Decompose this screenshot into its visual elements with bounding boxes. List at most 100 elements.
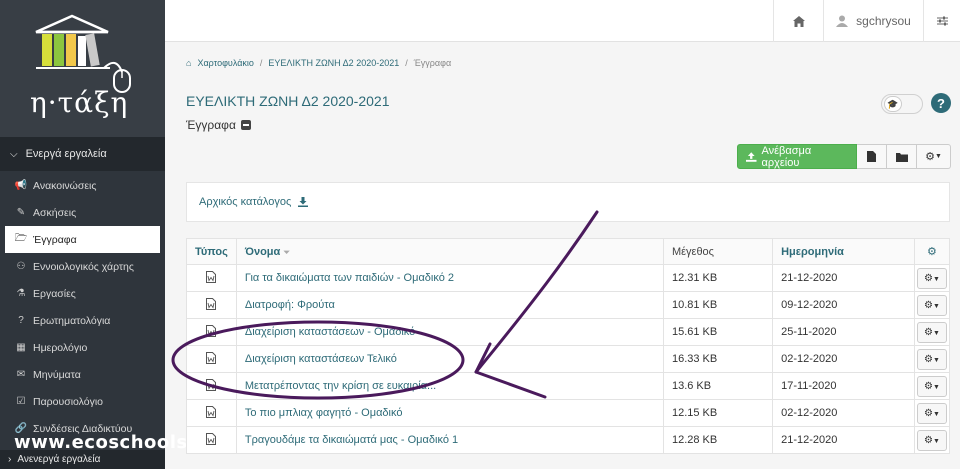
- file-name-link[interactable]: Το πιο μπλιαχ φαγητό - Ομαδικό: [235, 399, 664, 427]
- root-directory-link[interactable]: Αρχικός κατάλογος: [199, 196, 291, 208]
- file-size: 16.33 KB: [662, 345, 774, 373]
- file-type-cell: [186, 264, 237, 292]
- row-actions-cell: ⚙▼: [913, 426, 951, 454]
- file-type-cell: [186, 426, 237, 454]
- row-actions-button[interactable]: ⚙▼: [916, 375, 947, 397]
- sidebar-item[interactable]: ✉ Μηνύματα: [0, 361, 165, 388]
- root-directory-panel: Αρχικός κατάλογος: [186, 182, 950, 222]
- new-folder-button[interactable]: [887, 144, 917, 169]
- file-name-link[interactable]: Διατροφή: Φρούτα: [235, 291, 664, 319]
- sidebar-item[interactable]: 📢 Ανακοινώσεις: [0, 172, 165, 199]
- file-name-link[interactable]: Διαχείριση καταστάσεων Τελικό: [235, 345, 664, 373]
- file-type-cell: [186, 318, 237, 346]
- word-file-icon: [206, 270, 217, 283]
- sidebar-item[interactable]: ? Ερωτηματολόγια: [0, 307, 165, 334]
- file-name-link[interactable]: Διαχείριση καταστάσεων - Ομαδικό: [235, 318, 664, 346]
- flask-icon: ⚗: [16, 288, 26, 299]
- new-document-button[interactable]: [857, 144, 887, 169]
- folder-icon: [895, 152, 908, 162]
- sidebar-item[interactable]: ⚗ Εργασίες: [0, 280, 165, 307]
- file-size: 13.6 KB: [662, 372, 774, 400]
- sidebar-item[interactable]: 🗁 Έγγραφα: [5, 226, 160, 253]
- graduation-cap-icon: 🎓: [884, 96, 902, 112]
- column-actions: ⚙: [913, 238, 951, 265]
- inactive-tools-label: Ανενεργά εργαλεία: [17, 454, 101, 465]
- file-date: 09-12-2020: [772, 291, 915, 319]
- envelope-icon: ✉: [16, 369, 26, 380]
- file-type-cell: [186, 372, 237, 400]
- row-actions-button[interactable]: ⚙▼: [916, 429, 947, 451]
- active-tools-header[interactable]: ⌵ Ενεργά εργαλεία: [0, 137, 165, 171]
- file-size: 10.81 KB: [662, 291, 774, 319]
- sidebar-item[interactable]: ☑ Παρουσιολόγιο: [0, 388, 165, 415]
- column-date[interactable]: Ημερομηνία: [772, 238, 915, 265]
- word-file-icon: [206, 378, 217, 391]
- file-type-cell: [186, 291, 237, 319]
- file-date: 21-12-2020: [772, 426, 915, 454]
- breadcrumb-course[interactable]: ΕΥΕΛΙΚΤΗ ΖΩΝΗ Δ2 2020-2021: [268, 58, 399, 68]
- file-size: 12.28 KB: [662, 426, 774, 454]
- breadcrumb-current: Έγγραφα: [413, 58, 452, 68]
- row-actions-cell: ⚙▼: [913, 291, 951, 319]
- column-type: Τύπος: [186, 238, 237, 265]
- sidebar-item[interactable]: ▦ Ημερολόγιο: [0, 334, 165, 361]
- row-actions-button[interactable]: ⚙▼: [916, 294, 947, 316]
- sidebar-item[interactable]: ✎ Ασκήσεις: [0, 199, 165, 226]
- row-actions-button[interactable]: ⚙▼: [916, 321, 947, 343]
- topbar: sgchrysou: [165, 0, 960, 42]
- file-size: 12.15 KB: [662, 399, 774, 427]
- table-row: Για τα δικαιώματα των παιδιών - Ομαδικό …: [186, 264, 951, 292]
- chevron-down-icon: ⌵: [10, 148, 18, 160]
- file-size: 15.61 KB: [662, 318, 774, 346]
- breadcrumb-portfolio[interactable]: Χαρτοφυλάκιο: [197, 58, 253, 68]
- sidebar-item-label: Ερωτηματολόγια: [33, 314, 111, 327]
- logo[interactable]: η·τάξη: [0, 0, 165, 137]
- table-row: Διατροφή: Φρούτα 10.81 KB 09-12-2020 ⚙▼: [186, 291, 951, 319]
- main-content: ⌂ Χαρτοφυλάκιο / ΕΥΕΛΙΚΤΗ ΖΩΝΗ Δ2 2020-2…: [165, 42, 960, 469]
- home-small-icon: ⌂: [186, 58, 192, 68]
- student-view-toggle[interactable]: 🎓: [881, 94, 923, 114]
- file-name-link[interactable]: Τραγουδάμε τα δικαιώματά μας - Ομαδικό 1: [235, 426, 664, 454]
- gears-header-icon: ⚙: [927, 246, 937, 258]
- file-date: 25-11-2020: [772, 318, 915, 346]
- page-subtitle: Έγγραφα: [186, 118, 251, 132]
- table-header-row: Τύπος Όνομα ⏷ Μέγεθος Ημερομηνία ⚙: [186, 238, 951, 265]
- settings-button[interactable]: [923, 0, 960, 42]
- table-row: Διαχείριση καταστάσεων - Ομαδικό 15.61 KB…: [186, 318, 951, 346]
- user-menu[interactable]: sgchrysou: [823, 0, 923, 42]
- sidebar-item-label: Έγγραφα: [33, 233, 77, 246]
- help-button[interactable]: ?: [931, 93, 951, 113]
- settings-dropdown-button[interactable]: ⚙ ▼: [917, 144, 951, 169]
- sidebar-item[interactable]: ⚇ Εννοιολογικός χάρτης: [0, 253, 165, 280]
- column-size[interactable]: Μέγεθος: [662, 238, 774, 265]
- home-button[interactable]: [773, 0, 823, 42]
- megaphone-icon: 📢: [14, 180, 28, 191]
- active-tools-label: Ενεργά εργαλεία: [25, 148, 107, 160]
- breadcrumb-separator: /: [405, 58, 408, 68]
- upload-file-button[interactable]: Ανέβασμα αρχείου: [737, 144, 857, 169]
- sort-icon: ⏷: [283, 247, 290, 257]
- file-type-cell: [186, 345, 237, 373]
- sidebar-item-label: Ασκήσεις: [33, 206, 77, 219]
- sliders-icon: [936, 16, 948, 26]
- username: sgchrysou: [856, 14, 911, 28]
- breadcrumb: ⌂ Χαρτοφυλάκιο / ΕΥΕΛΙΚΤΗ ΖΩΝΗ Δ2 2020-2…: [186, 58, 451, 68]
- download-icon[interactable]: [298, 197, 309, 207]
- file-name-link[interactable]: Μετατρέποντας την κρίση σε ευκαιρία...: [235, 372, 664, 400]
- table-row: Μετατρέποντας την κρίση σε ευκαιρία... 13…: [186, 372, 951, 400]
- row-actions-button[interactable]: ⚙▼: [916, 402, 947, 424]
- column-name[interactable]: Όνομα ⏷: [235, 238, 664, 265]
- row-actions-button[interactable]: ⚙▼: [916, 267, 947, 289]
- page-subtitle-label: Έγγραφα: [186, 118, 236, 132]
- toolbar: Ανέβασμα αρχείου ⚙ ▼: [737, 144, 951, 169]
- row-actions-cell: ⚙▼: [913, 399, 951, 427]
- word-file-icon: [206, 324, 217, 337]
- minus-square-icon[interactable]: [240, 120, 251, 130]
- chevron-right-icon: ›: [8, 454, 12, 465]
- sitemap-icon: ⚇: [16, 261, 26, 272]
- row-actions-button[interactable]: ⚙▼: [916, 348, 947, 370]
- file-name-link[interactable]: Για τα δικαιώματα των παιδιών - Ομαδικό …: [235, 264, 664, 292]
- file-icon: [867, 151, 876, 162]
- sidebar-item-label: Ημερολόγιο: [33, 341, 88, 354]
- word-file-icon: [206, 405, 217, 418]
